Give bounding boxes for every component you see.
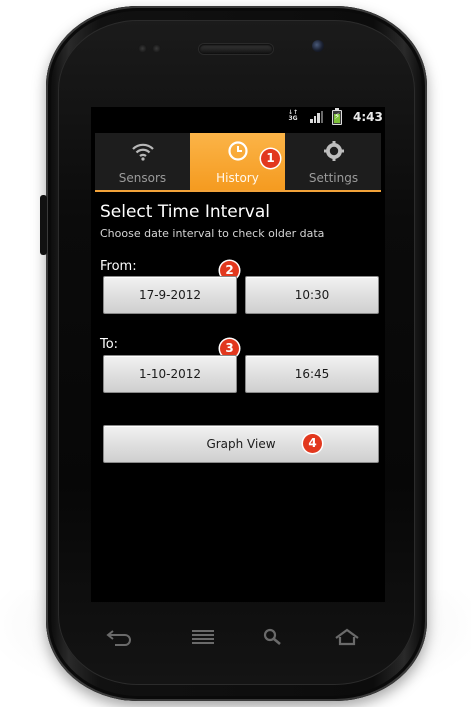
status-bar: ↓↑ 3G ⚡ 4:43 [91, 107, 385, 127]
earpiece-speaker [199, 44, 273, 54]
wifi-icon [95, 139, 190, 163]
tab-sensors[interactable]: Sensors [95, 133, 190, 190]
tab-settings[interactable]: Settings [286, 133, 381, 190]
to-time-button[interactable]: 16:45 [245, 355, 379, 393]
from-date-button[interactable]: 17-9-2012 [103, 276, 237, 314]
gear-icon [286, 139, 381, 163]
tab-bar: Sensors History Settings [95, 133, 381, 192]
to-label: To: [100, 337, 119, 352]
back-icon[interactable] [99, 622, 139, 652]
annotation-badge-4: 4 [303, 434, 322, 453]
light-sensor [152, 44, 161, 53]
graph-view-button[interactable]: Graph View [103, 425, 379, 463]
phone-screen: ↓↑ 3G ⚡ 4:43 Sensors History Settings 1 … [91, 107, 385, 602]
from-label: From: [100, 259, 137, 274]
to-date-button[interactable]: 1-10-2012 [103, 355, 237, 393]
page-subtitle: Choose date interval to check older data [100, 227, 325, 240]
volume-button [40, 195, 47, 255]
network-type-indicator: ↓↑ 3G [288, 109, 299, 122]
home-icon[interactable] [327, 622, 367, 652]
front-camera [312, 40, 324, 52]
tab-sensors-label: Sensors [118, 171, 167, 185]
menu-icon[interactable] [183, 622, 223, 652]
navigation-bar [91, 612, 385, 662]
battery-icon: ⚡ [332, 108, 342, 125]
signal-strength-icon [310, 111, 324, 123]
status-clock: 4:43 [353, 110, 383, 124]
page-title: Select Time Interval [100, 202, 270, 222]
from-time-button[interactable]: 10:30 [245, 276, 379, 314]
annotation-badge-1: 1 [261, 149, 280, 168]
tab-settings-label: Settings [308, 171, 359, 185]
search-icon[interactable] [253, 622, 293, 652]
proximity-sensor [138, 44, 147, 53]
tab-history-label: History [216, 171, 259, 185]
